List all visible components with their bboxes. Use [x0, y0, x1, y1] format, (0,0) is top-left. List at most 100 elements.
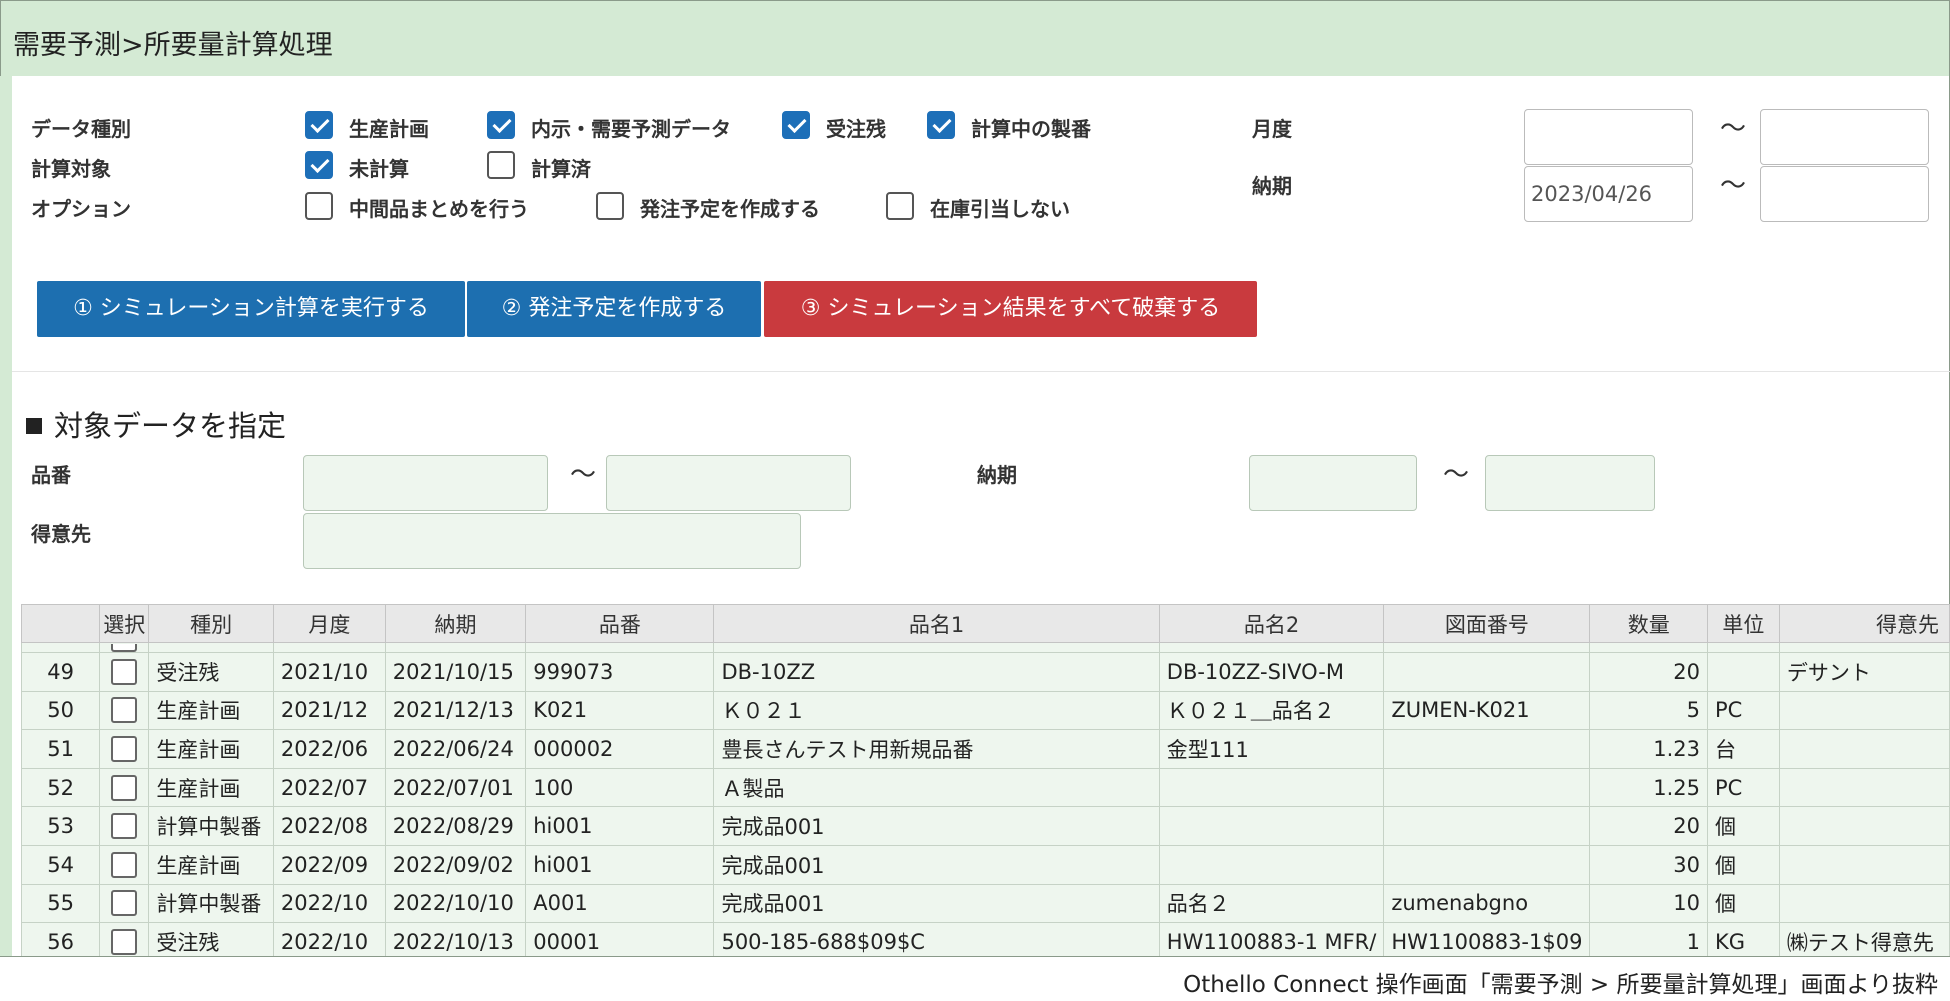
- table-row[interactable]: 51 生産計画 2022/06 2022/06/24 000002 豊長さんテスト用新規品…: [20, 729, 1950, 769]
- item-no-to-input[interactable]: [606, 455, 851, 511]
- table-row[interactable]: 50 生産計画 2021/12 2021/12/13 K021 Ｋ０２１ Ｋ０２１＿品名２ Z…: [20, 690, 1950, 731]
- col-header-customer[interactable]: 得意先: [1778, 604, 1950, 643]
- table-row[interactable]: 53 計算中製番 2022/08 2022/08/29 hi001 完成品001 20 個: [20, 806, 1950, 846]
- cell-name2: 品名２: [1158, 883, 1385, 924]
- row-select-checkbox[interactable]: [111, 890, 138, 917]
- col-header-unit[interactable]: 単位: [1706, 604, 1780, 643]
- col-header-select[interactable]: 選択: [99, 604, 150, 643]
- col-header-qty[interactable]: 数量: [1589, 604, 1708, 643]
- col-header-month[interactable]: 月度: [272, 604, 386, 643]
- table-row[interactable]: 52 生産計画 2022/07 2022/07/01 100 Ａ製品 1.25 PC: [20, 767, 1950, 808]
- title-bar: 需要予測>所要量計算処理: [1, 1, 1949, 76]
- col-header-type[interactable]: 種別: [148, 604, 274, 643]
- cell-qty: 10: [1589, 883, 1708, 924]
- cell-customer: [1778, 767, 1950, 808]
- row-select-checkbox[interactable]: [111, 735, 138, 762]
- due-to-input[interactable]: [1760, 166, 1929, 222]
- row-select-checkbox[interactable]: [111, 851, 138, 878]
- cell-name1: 完成品001: [713, 844, 1160, 885]
- checkbox-uncalculated[interactable]: [305, 151, 333, 179]
- target-due-label: 納期: [977, 463, 1017, 487]
- target-due-from-input[interactable]: [1249, 455, 1417, 511]
- cell-month: 2022/09: [272, 844, 386, 885]
- cell-type: 生産計画: [148, 767, 274, 808]
- due-from-input[interactable]: 2023/04/26: [1524, 166, 1693, 222]
- cell-qty: 1.23: [1589, 729, 1708, 769]
- checkbox-order-backlog[interactable]: [782, 111, 810, 139]
- row-select: [99, 729, 150, 769]
- table-row[interactable]: 55 計算中製番 2022/10 2022/10/10 A001 完成品001 品名２ zum…: [20, 883, 1950, 924]
- cell-item-no: hi001: [525, 806, 715, 846]
- cell-due: 2022/09/02: [384, 844, 527, 885]
- cell-drawing-no: [1383, 767, 1591, 808]
- data-type-label: データ種別: [31, 117, 131, 141]
- due-label: 納期: [1252, 174, 1292, 198]
- row-select: [99, 883, 150, 924]
- target-due-to-input[interactable]: [1485, 455, 1655, 511]
- cell-name2: [1158, 844, 1385, 885]
- cell-drawing-no: [1383, 652, 1591, 692]
- checkbox-no-stock-allocation[interactable]: [886, 192, 914, 220]
- row-number: 54: [20, 844, 101, 885]
- row-number: 55: [20, 883, 101, 924]
- checkbox-production-plan[interactable]: [305, 111, 333, 139]
- cell-type: 計算中製番: [148, 883, 274, 924]
- footer-caption: Othello Connect 操作画面「需要予測 > 所要量計算処理」画面より…: [1183, 972, 1938, 998]
- checkbox-order-backlog-label: 受注残: [826, 117, 886, 141]
- month-label: 月度: [1252, 117, 1292, 141]
- cell-type: 生産計画: [148, 729, 274, 769]
- month-from-input[interactable]: [1524, 109, 1693, 165]
- section-divider: [12, 371, 1950, 372]
- checkbox-create-order-plan[interactable]: [596, 192, 624, 220]
- col-header-drawing-no[interactable]: 図面番号: [1383, 604, 1591, 643]
- row-number: 51: [20, 729, 101, 769]
- row-number: 52: [20, 767, 101, 808]
- cell-unit: 個: [1706, 844, 1780, 885]
- checkbox-production-plan-label: 生産計画: [349, 117, 429, 141]
- row-select-checkbox[interactable]: [111, 658, 138, 685]
- target-due-range-tilde: ～: [1443, 460, 1470, 490]
- row-select-checkbox-partial[interactable]: [111, 643, 138, 652]
- col-header-name1[interactable]: 品名1: [713, 604, 1160, 643]
- cell-name1: Ｋ０２１: [713, 690, 1160, 731]
- table-row-partial: [20, 642, 1950, 653]
- cell-customer: デサント: [1778, 652, 1950, 692]
- create-order-plan-button[interactable]: ② 発注予定を作成する: [467, 281, 761, 337]
- customer-label: 得意先: [31, 522, 91, 546]
- table-row[interactable]: 49 受注残 2021/10 2021/10/15 999073 DB-10ZZ DB-10…: [20, 652, 1950, 692]
- cell-customer: [1778, 844, 1950, 885]
- cell-unit: 個: [1706, 806, 1780, 846]
- table-header-row: 選択 種別 月度 納期 品番 品名1 品名2 図面番号 数量 単位 得意先: [20, 604, 1950, 643]
- discard-results-button[interactable]: ③ シミュレーション結果をすべて破棄する: [764, 281, 1257, 337]
- cell-unit: PC: [1706, 690, 1780, 731]
- row-select: [99, 767, 150, 808]
- run-simulation-button[interactable]: ① シミュレーション計算を実行する: [37, 281, 465, 337]
- item-no-from-input[interactable]: [303, 455, 548, 511]
- table-row[interactable]: 54 生産計画 2022/09 2022/09/02 hi001 完成品001 30 個: [20, 844, 1950, 885]
- checkbox-calculated[interactable]: [487, 151, 515, 179]
- row-select-checkbox[interactable]: [111, 697, 138, 724]
- row-select-checkbox[interactable]: [111, 774, 138, 801]
- cell-item-no: 999073: [525, 652, 715, 692]
- row-select-checkbox[interactable]: [111, 928, 138, 955]
- col-header-item-no[interactable]: 品番: [525, 604, 715, 643]
- due-range-tilde: ～: [1720, 171, 1747, 201]
- cell-customer: [1778, 690, 1950, 731]
- row-select: [99, 690, 150, 731]
- results-table: 選択 種別 月度 納期 品番 品名1 品名2 図面番号 数量 単位 得意先 49…: [20, 604, 1950, 962]
- cell-month: 2021/10: [272, 652, 386, 692]
- checkbox-create-order-plan-label: 発注予定を作成する: [640, 197, 820, 221]
- col-header-name2[interactable]: 品名2: [1158, 604, 1385, 643]
- row-select-checkbox[interactable]: [111, 813, 138, 840]
- checkbox-forecast-data-label: 内示・需要予測データ: [531, 117, 731, 141]
- cell-due: 2022/10/10: [384, 883, 527, 924]
- checkbox-forecast-data[interactable]: [487, 111, 515, 139]
- checkbox-intermediate-summary[interactable]: [305, 192, 333, 220]
- checkbox-in-calc-lot[interactable]: [927, 111, 955, 139]
- footer-bar: Othello Connect 操作画面「需要予測 > 所要量計算処理」画面より…: [0, 956, 1950, 1001]
- checkbox-uncalculated-label: 未計算: [349, 157, 409, 181]
- month-to-input[interactable]: [1760, 109, 1929, 165]
- cell-month: 2022/07: [272, 767, 386, 808]
- col-header-due[interactable]: 納期: [384, 604, 527, 643]
- customer-input[interactable]: [303, 513, 801, 569]
